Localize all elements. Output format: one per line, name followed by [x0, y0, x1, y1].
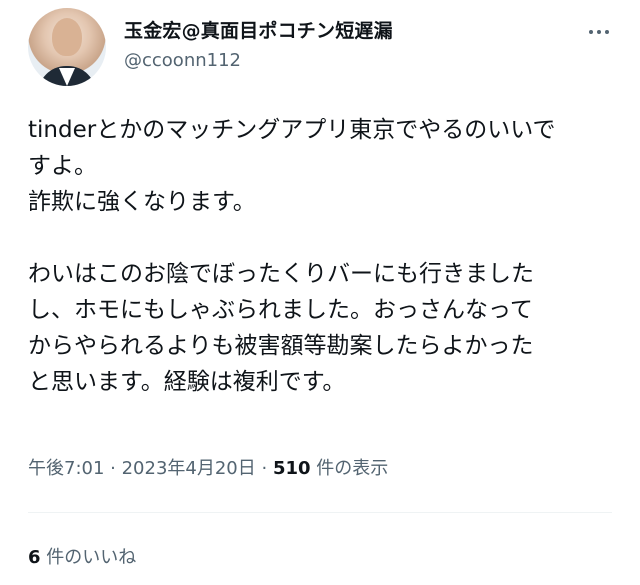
more-dot: [597, 30, 601, 34]
more-horizontal-icon[interactable]: [584, 22, 614, 42]
tweet-header: 玉金宏@真面目ポコチン短遅漏 @ccoonn112: [28, 8, 618, 88]
more-dot: [589, 30, 593, 34]
likes-label: 件のいいね: [40, 547, 137, 568]
tweet-line: からやられるよりも被害額等勘案したらよかった: [28, 333, 534, 359]
tweet-line: と思います。経験は複利です。: [28, 369, 346, 395]
tweet-line: すよ。: [28, 153, 97, 179]
more-dot: [605, 30, 609, 34]
tweet-line: わいはこのお陰でぼったくりバーにも行きました: [28, 261, 534, 287]
divider: [28, 512, 612, 513]
tweet-time[interactable]: 午後7:01: [28, 458, 104, 479]
author-display-name[interactable]: 玉金宏@真面目ポコチン短遅漏: [124, 16, 393, 43]
tweet-line: し、ホモにもしゃぶられました。おっさんなって: [28, 297, 533, 323]
meta-separator: ·: [104, 458, 122, 479]
views-label[interactable]: 件の表示: [311, 458, 388, 479]
avatar-head: [52, 18, 82, 56]
views-count[interactable]: 510: [273, 458, 311, 479]
meta-separator: ·: [255, 458, 273, 479]
tweet-line: tinderとかのマッチングアプリ東京でやるのいいで: [28, 117, 556, 143]
tweet-line: 詐欺に強くなります。: [28, 189, 256, 215]
avatar[interactable]: [28, 8, 106, 86]
tweet-metadata: 午後7:01 · 2023年4月20日 · 510 件の表示: [28, 454, 388, 480]
likes-summary[interactable]: 6 件のいいね: [28, 543, 136, 569]
likes-count: 6: [28, 547, 41, 568]
tweet-date[interactable]: 2023年4月20日: [122, 458, 256, 479]
tweet-text: tinderとかのマッチングアプリ東京でやるのいいで すよ。 詐欺に強くなります…: [28, 112, 618, 400]
author-handle[interactable]: @ccoonn112: [124, 50, 241, 71]
